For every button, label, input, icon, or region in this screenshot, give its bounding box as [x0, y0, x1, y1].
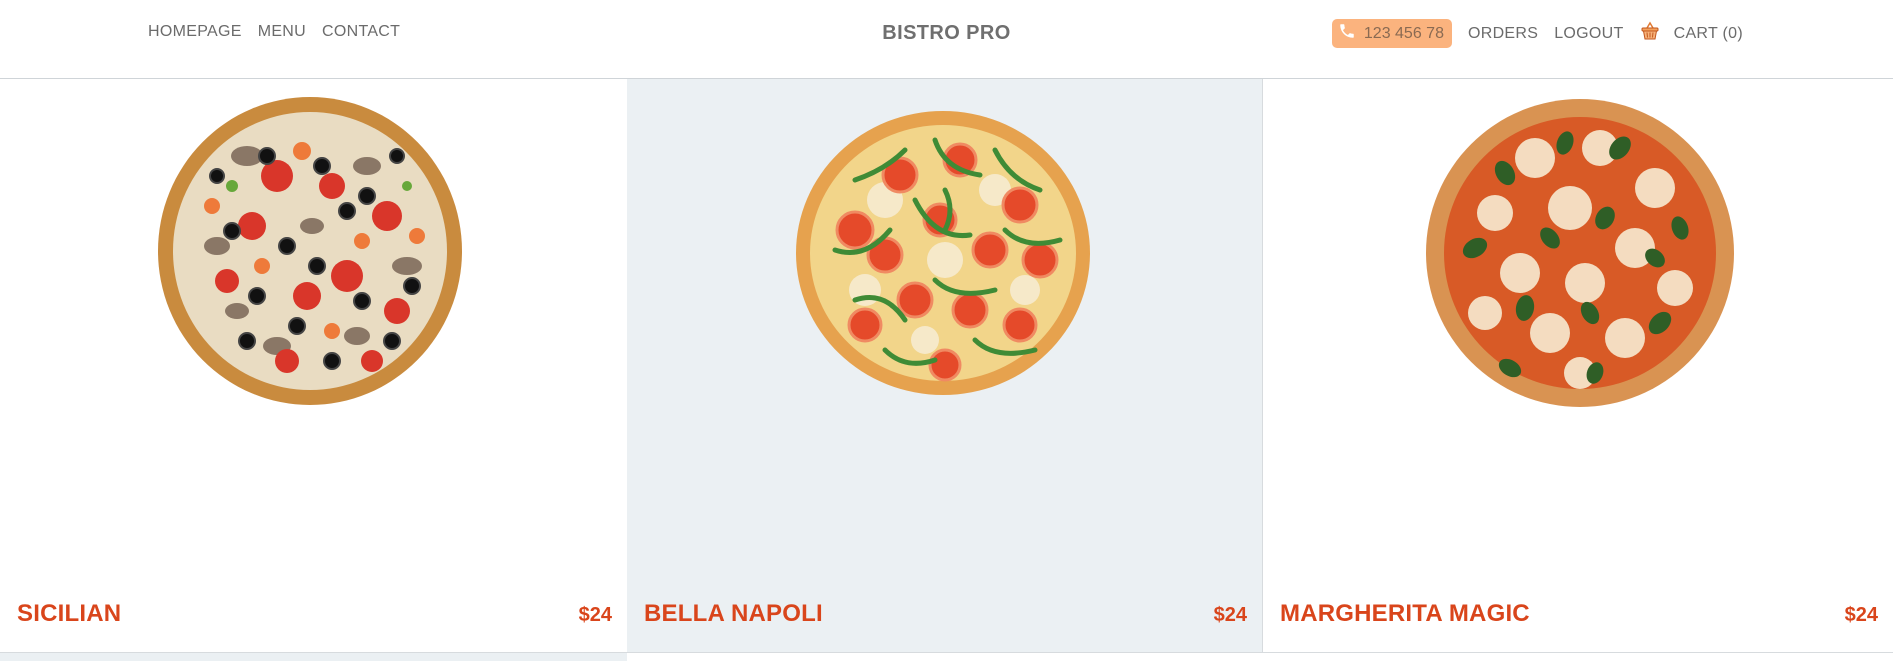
top-navbar: HOMEPAGE MENU CONTACT BISTRO PRO 123 456…	[0, 0, 1893, 79]
pizza-bella-napoli-image	[796, 111, 1090, 395]
product-name: SICILIAN	[17, 600, 122, 627]
cart-label: CART (0)	[1673, 24, 1743, 42]
product-price: $24	[578, 604, 612, 626]
orders-link[interactable]: ORDERS	[1468, 25, 1538, 43]
account-nav: 123 456 78 ORDERS LOGOUT CART (0)	[1331, 19, 1743, 48]
logout-link[interactable]: LOGOUT	[1554, 25, 1623, 43]
product-price: $24	[1844, 604, 1878, 626]
product-card-sicilian[interactable]: SICILIAN $24	[0, 79, 628, 653]
phone-number: 123 456 78	[1363, 24, 1444, 42]
pizza-margherita-magic-image	[1426, 99, 1734, 407]
next-row-card-hint	[0, 653, 627, 661]
product-name: MARGHERITA MAGIC	[1280, 600, 1530, 627]
phone-button[interactable]: 123 456 78	[1331, 19, 1452, 48]
product-name: BELLA NAPOLI	[644, 600, 823, 627]
pizza-sicilian-image	[158, 97, 462, 405]
product-card-margherita-magic[interactable]: MARGHERITA MAGIC $24	[1263, 79, 1893, 653]
cart-button[interactable]: CART (0)	[1640, 21, 1743, 46]
product-grid: SICILIAN $24 BELLA NAPOLI $24 MARGHERITA…	[0, 79, 1893, 653]
basket-icon	[1640, 21, 1660, 46]
phone-icon	[1338, 22, 1356, 45]
product-card-bella-napoli[interactable]: BELLA NAPOLI $24	[627, 79, 1263, 653]
product-price: $24	[1213, 604, 1247, 626]
